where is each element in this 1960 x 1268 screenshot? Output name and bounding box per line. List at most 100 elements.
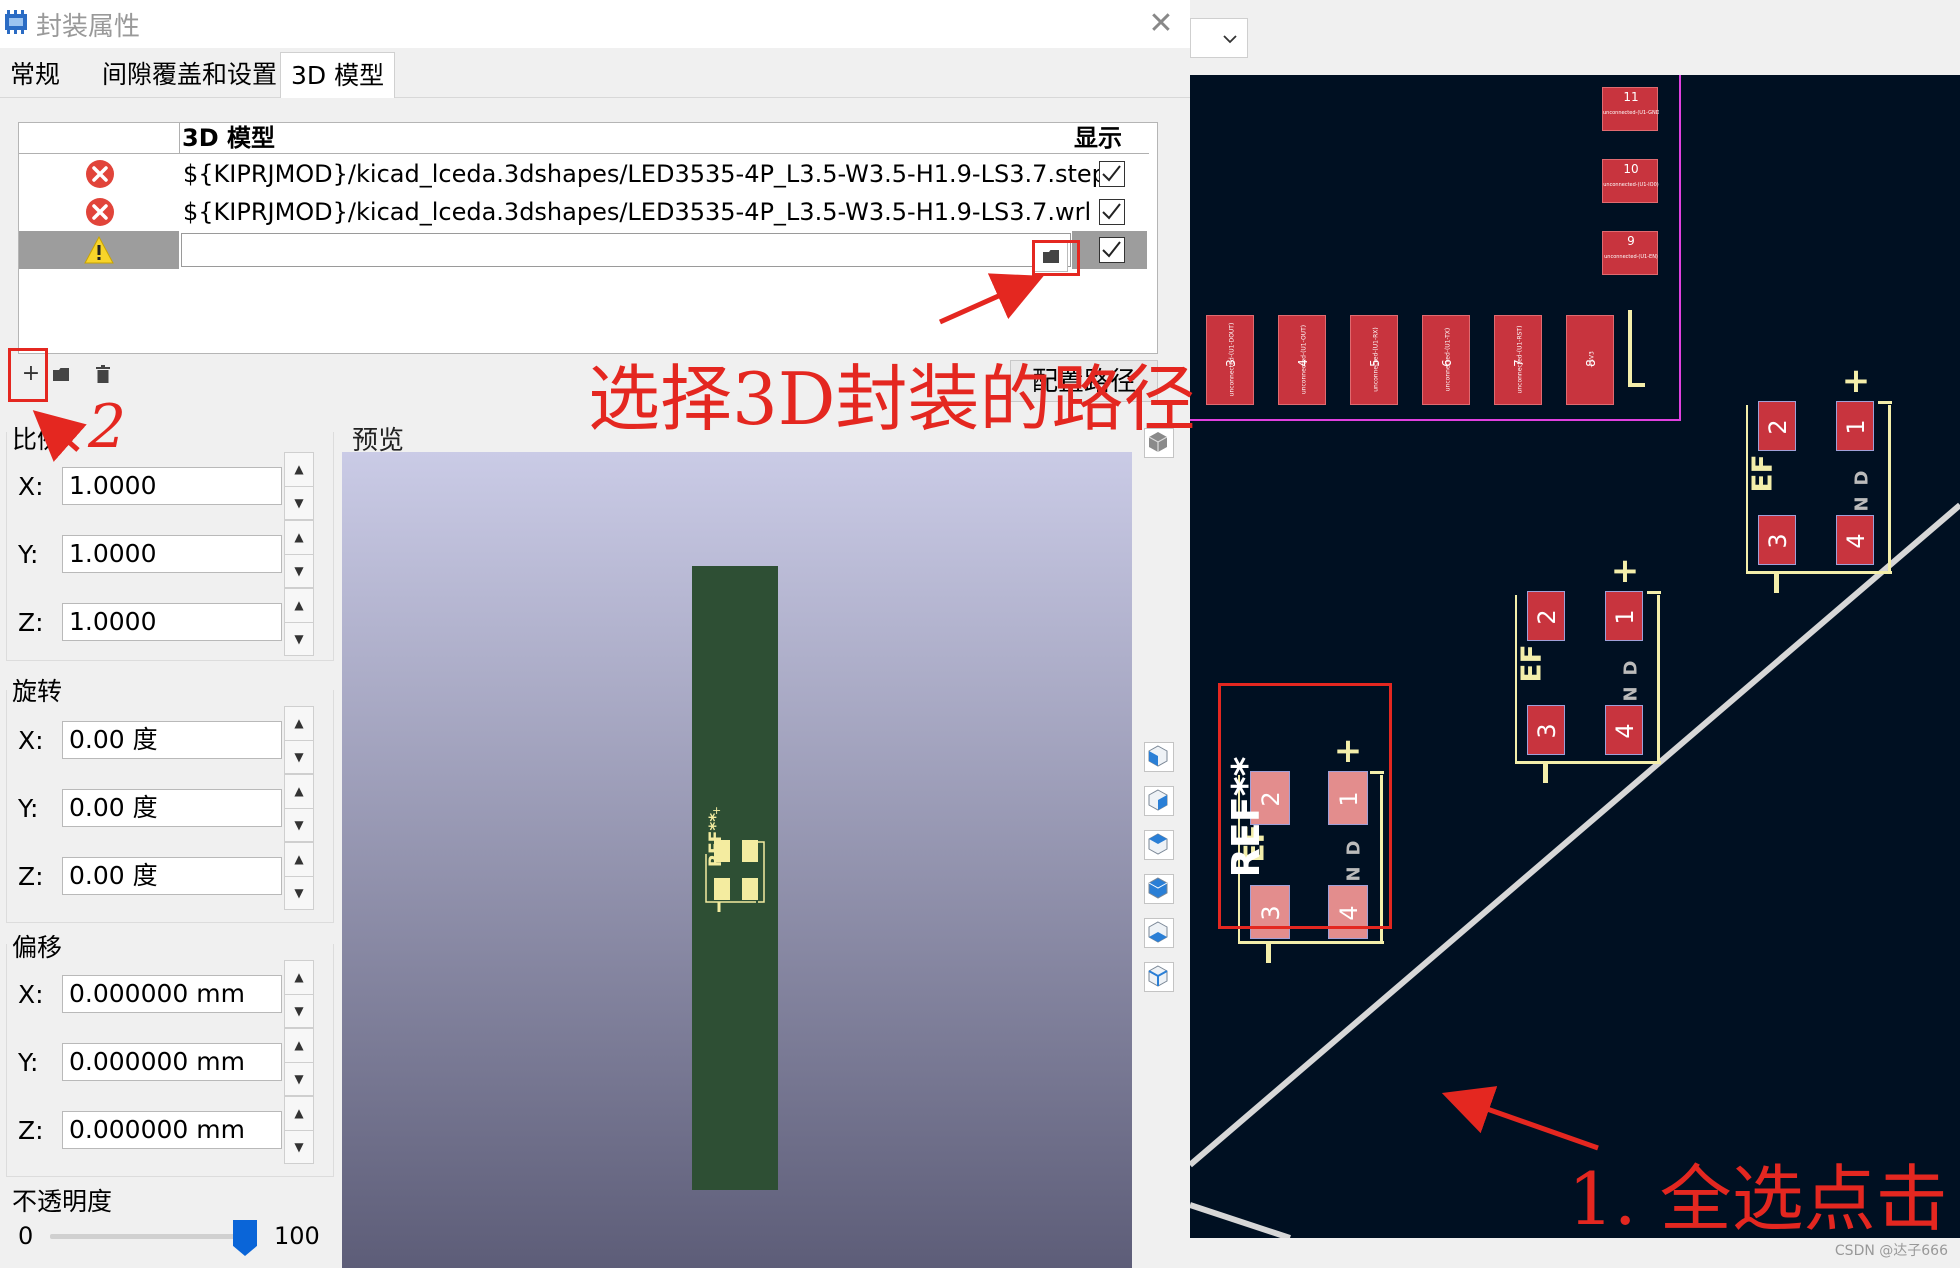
- rotation-z-spinner[interactable]: ▲ ▼: [284, 842, 314, 910]
- module-pad[interactable]: unconnected-(U1-RX) 5: [1350, 315, 1398, 405]
- rotation-x-input[interactable]: 0.00 度: [62, 721, 282, 759]
- annotation-select-path: 选择3D封装的路径: [588, 357, 1196, 441]
- led-pad[interactable]: 3: [1527, 705, 1565, 755]
- led-pad[interactable]: 1: [1605, 591, 1643, 641]
- module-pad[interactable]: unconnected-(U1-TX) 6: [1422, 315, 1470, 405]
- view-bottom-button[interactable]: [1144, 962, 1174, 992]
- model-path[interactable]: ${KIPRJMOD}/kicad_lceda.3dshapes/LED3535…: [183, 193, 1091, 231]
- pad-number: 3: [1764, 533, 1792, 549]
- pad-number: 10: [1623, 162, 1639, 176]
- offset-x-label: X:: [18, 980, 44, 1009]
- module-pad[interactable]: unconnected-(U1-RST) 7: [1494, 315, 1542, 405]
- spin-up-icon[interactable]: ▲: [285, 521, 313, 555]
- spin-down-icon[interactable]: ▼: [285, 809, 313, 842]
- module-pad[interactable]: unconnected-(U1-OUT) 4: [1278, 315, 1326, 405]
- offset-z-input[interactable]: 0.000000 mm: [62, 1111, 282, 1149]
- tab-3d-models[interactable]: 3D 模型: [280, 52, 396, 98]
- opacity-slider-track[interactable]: [50, 1234, 250, 1239]
- view-right-button[interactable]: [1144, 786, 1174, 816]
- spin-up-icon[interactable]: ▲: [285, 707, 313, 741]
- rotation-y-input[interactable]: 0.00 度: [62, 789, 282, 827]
- spin-up-icon[interactable]: ▲: [285, 961, 313, 995]
- offset-x-spinner[interactable]: ▲ ▼: [284, 960, 314, 1028]
- preview-footprint: [705, 840, 765, 912]
- opacity-min-label: 0: [18, 1222, 34, 1250]
- view-left-button[interactable]: [1144, 742, 1174, 772]
- led-pad[interactable]: 3: [1758, 515, 1796, 565]
- show-checkbox[interactable]: [1099, 237, 1125, 263]
- tab-clearance[interactable]: 间隙覆盖和设置: [92, 52, 287, 98]
- opacity-slider-thumb[interactable]: [233, 1220, 257, 1256]
- pcb-canvas[interactable]: 2 1 3 4 + EF D N 2 1 3 4 + EF D N 2 1 3 4 + EF D N REF** uncon…: [1190, 75, 1960, 1238]
- plus-mark: +: [1610, 551, 1640, 591]
- led-footprint[interactable]: 2 1 3 4 + EF D N: [1738, 361, 1928, 615]
- spin-down-icon[interactable]: ▼: [285, 623, 313, 656]
- show-checkbox[interactable]: [1099, 161, 1125, 187]
- spin-up-icon[interactable]: ▲: [285, 589, 313, 623]
- spin-down-icon[interactable]: ▼: [285, 555, 313, 588]
- close-button[interactable]: ✕: [1140, 4, 1182, 44]
- led-footprint[interactable]: 2 1 3 4 + EF D N: [1507, 551, 1697, 805]
- offset-title: 偏移: [12, 933, 63, 962]
- spin-up-icon[interactable]: ▲: [285, 775, 313, 809]
- rotation-z-input[interactable]: 0.00 度: [62, 857, 282, 895]
- led-pad[interactable]: 4: [1605, 705, 1643, 755]
- offset-y-spinner[interactable]: ▲ ▼: [284, 1028, 314, 1096]
- footprint-properties-dialog: 封装属性 ✕ 常规 间隙覆盖和设置 3D 模型 3D 模型 显示 ${KIPRJ…: [0, 0, 1190, 1268]
- rotation-x-spinner[interactable]: ▲ ▼: [284, 706, 314, 774]
- scale-x-label: X:: [18, 472, 44, 501]
- module-pad[interactable]: 11 unconnected-(U1-GND): [1602, 87, 1659, 131]
- view-back-button[interactable]: [1144, 874, 1174, 904]
- scale-title: 比例: [12, 425, 63, 454]
- pad-number: 2: [1764, 419, 1792, 435]
- spin-up-icon[interactable]: ▲: [285, 1097, 313, 1131]
- pad-number: 4: [1611, 723, 1639, 739]
- spin-down-icon[interactable]: ▼: [285, 877, 313, 910]
- show-checkbox[interactable]: [1099, 199, 1125, 225]
- spin-down-icon[interactable]: ▼: [285, 487, 313, 520]
- scale-x-input[interactable]: 1.0000: [62, 467, 282, 505]
- spin-down-icon[interactable]: ▼: [285, 741, 313, 774]
- offset-z-spinner[interactable]: ▲ ▼: [284, 1096, 314, 1164]
- spin-down-icon[interactable]: ▼: [285, 1131, 313, 1164]
- scale-z-input[interactable]: 1.0000: [62, 603, 282, 641]
- spin-down-icon[interactable]: ▼: [285, 1063, 313, 1096]
- table-row[interactable]: ${KIPRJMOD}/kicad_lceda.3dshapes/LED3535…: [19, 193, 1147, 231]
- title-bar: 封装属性 ✕: [0, 0, 1190, 48]
- scale-y-input[interactable]: 1.0000: [62, 535, 282, 573]
- model-path[interactable]: ${KIPRJMOD}/kicad_lceda.3dshapes/LED3535…: [183, 155, 1107, 193]
- spin-down-icon[interactable]: ▼: [285, 995, 313, 1028]
- silk-line: [1657, 595, 1660, 763]
- delete-model-button[interactable]: [90, 360, 116, 388]
- table-row[interactable]: ${KIPRJMOD}/kicad_lceda.3dshapes/LED3535…: [19, 155, 1147, 193]
- 3d-preview-canvas[interactable]: + REF**: [342, 452, 1132, 1268]
- module-pad[interactable]: unconnected-(U1-DOUT) 3: [1206, 315, 1254, 405]
- model-path-input[interactable]: [181, 233, 1071, 267]
- spin-up-icon[interactable]: ▲: [285, 1029, 313, 1063]
- row-status: [19, 155, 179, 193]
- view-top-button[interactable]: [1144, 918, 1174, 948]
- module-pad[interactable]: 9 unconnected-(U1-EN): [1602, 231, 1658, 275]
- led-pad[interactable]: 1: [1836, 401, 1874, 451]
- scale-x-spinner[interactable]: ▲ ▼: [284, 452, 314, 520]
- offset-y-input[interactable]: 0.000000 mm: [62, 1043, 282, 1081]
- editor-dropdown[interactable]: [1190, 18, 1248, 58]
- table-row-selected[interactable]: [19, 231, 1147, 269]
- offset-x-input[interactable]: 0.000000 mm: [62, 975, 282, 1013]
- plus-mark: +: [1841, 361, 1871, 401]
- add-from-folder-button[interactable]: [48, 360, 74, 388]
- rotation-y-spinner[interactable]: ▲ ▼: [284, 774, 314, 842]
- view-front-button[interactable]: [1144, 830, 1174, 860]
- module-pad[interactable]: +3V3 8: [1566, 315, 1614, 405]
- led-pad[interactable]: 4: [1836, 515, 1874, 565]
- scale-z-spinner[interactable]: ▲ ▼: [284, 588, 314, 656]
- scale-y-spinner[interactable]: ▲ ▼: [284, 520, 314, 588]
- spin-up-icon[interactable]: ▲: [285, 453, 313, 487]
- silk-n-text: N: [1851, 496, 1873, 512]
- spin-up-icon[interactable]: ▲: [285, 843, 313, 877]
- pad-number: 3: [1533, 723, 1561, 739]
- module-pad[interactable]: 10 unconnected-(U1-IO0): [1602, 159, 1659, 203]
- rotation-title: 旋转: [12, 677, 63, 706]
- row-status: [19, 231, 179, 269]
- tab-general[interactable]: 常规: [0, 52, 70, 98]
